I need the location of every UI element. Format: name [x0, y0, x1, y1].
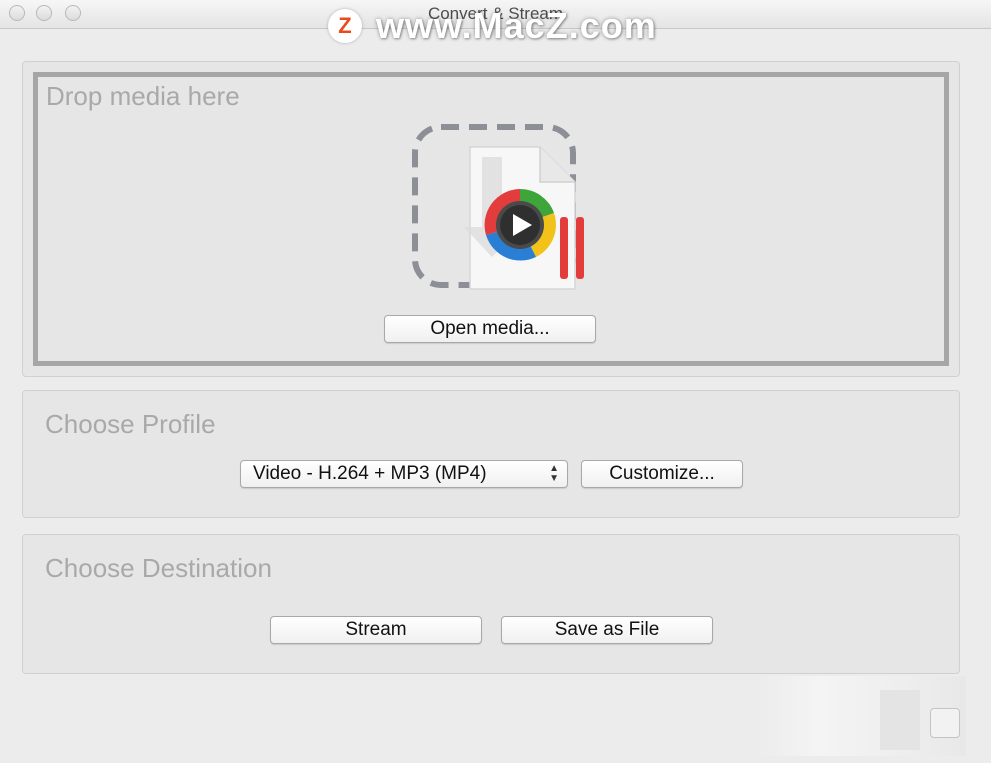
choose-profile-heading: Choose Profile — [45, 409, 216, 439]
blurred-corner-button[interactable] — [930, 708, 960, 738]
customize-button[interactable]: Customize... — [581, 460, 743, 488]
stream-button[interactable]: Stream — [270, 616, 482, 644]
choose-profile-group: Choose Profile Video - H.264 + MP3 (MP4)… — [22, 390, 960, 518]
blurred-corner-block — [880, 690, 920, 750]
open-media-button[interactable]: Open media... — [384, 315, 596, 343]
media-file-drop-icon — [412, 124, 584, 290]
drop-media-group: Drop media here Open media... — [22, 61, 960, 377]
profile-select[interactable]: Video - H.264 + MP3 (MP4) ▲ ▼ — [240, 460, 568, 488]
drop-zone[interactable]: Drop media here Open media... — [33, 72, 949, 366]
watermark: Z www.MacZ.com — [328, 5, 657, 46]
watermark-text: www.MacZ.com — [376, 5, 657, 46]
drop-media-heading: Drop media here — [46, 81, 240, 111]
save-as-file-button[interactable]: Save as File — [501, 616, 713, 644]
choose-destination-heading: Choose Destination — [45, 553, 272, 583]
choose-destination-group: Choose Destination Stream Save as File — [22, 534, 960, 674]
watermark-logo: Z — [328, 9, 362, 43]
select-arrows-icon: ▲ ▼ — [549, 463, 559, 484]
profile-select-value: Video - H.264 + MP3 (MP4) — [253, 463, 487, 484]
convert-stream-window: Convert & Stream Z www.MacZ.com Drop med… — [0, 0, 991, 763]
